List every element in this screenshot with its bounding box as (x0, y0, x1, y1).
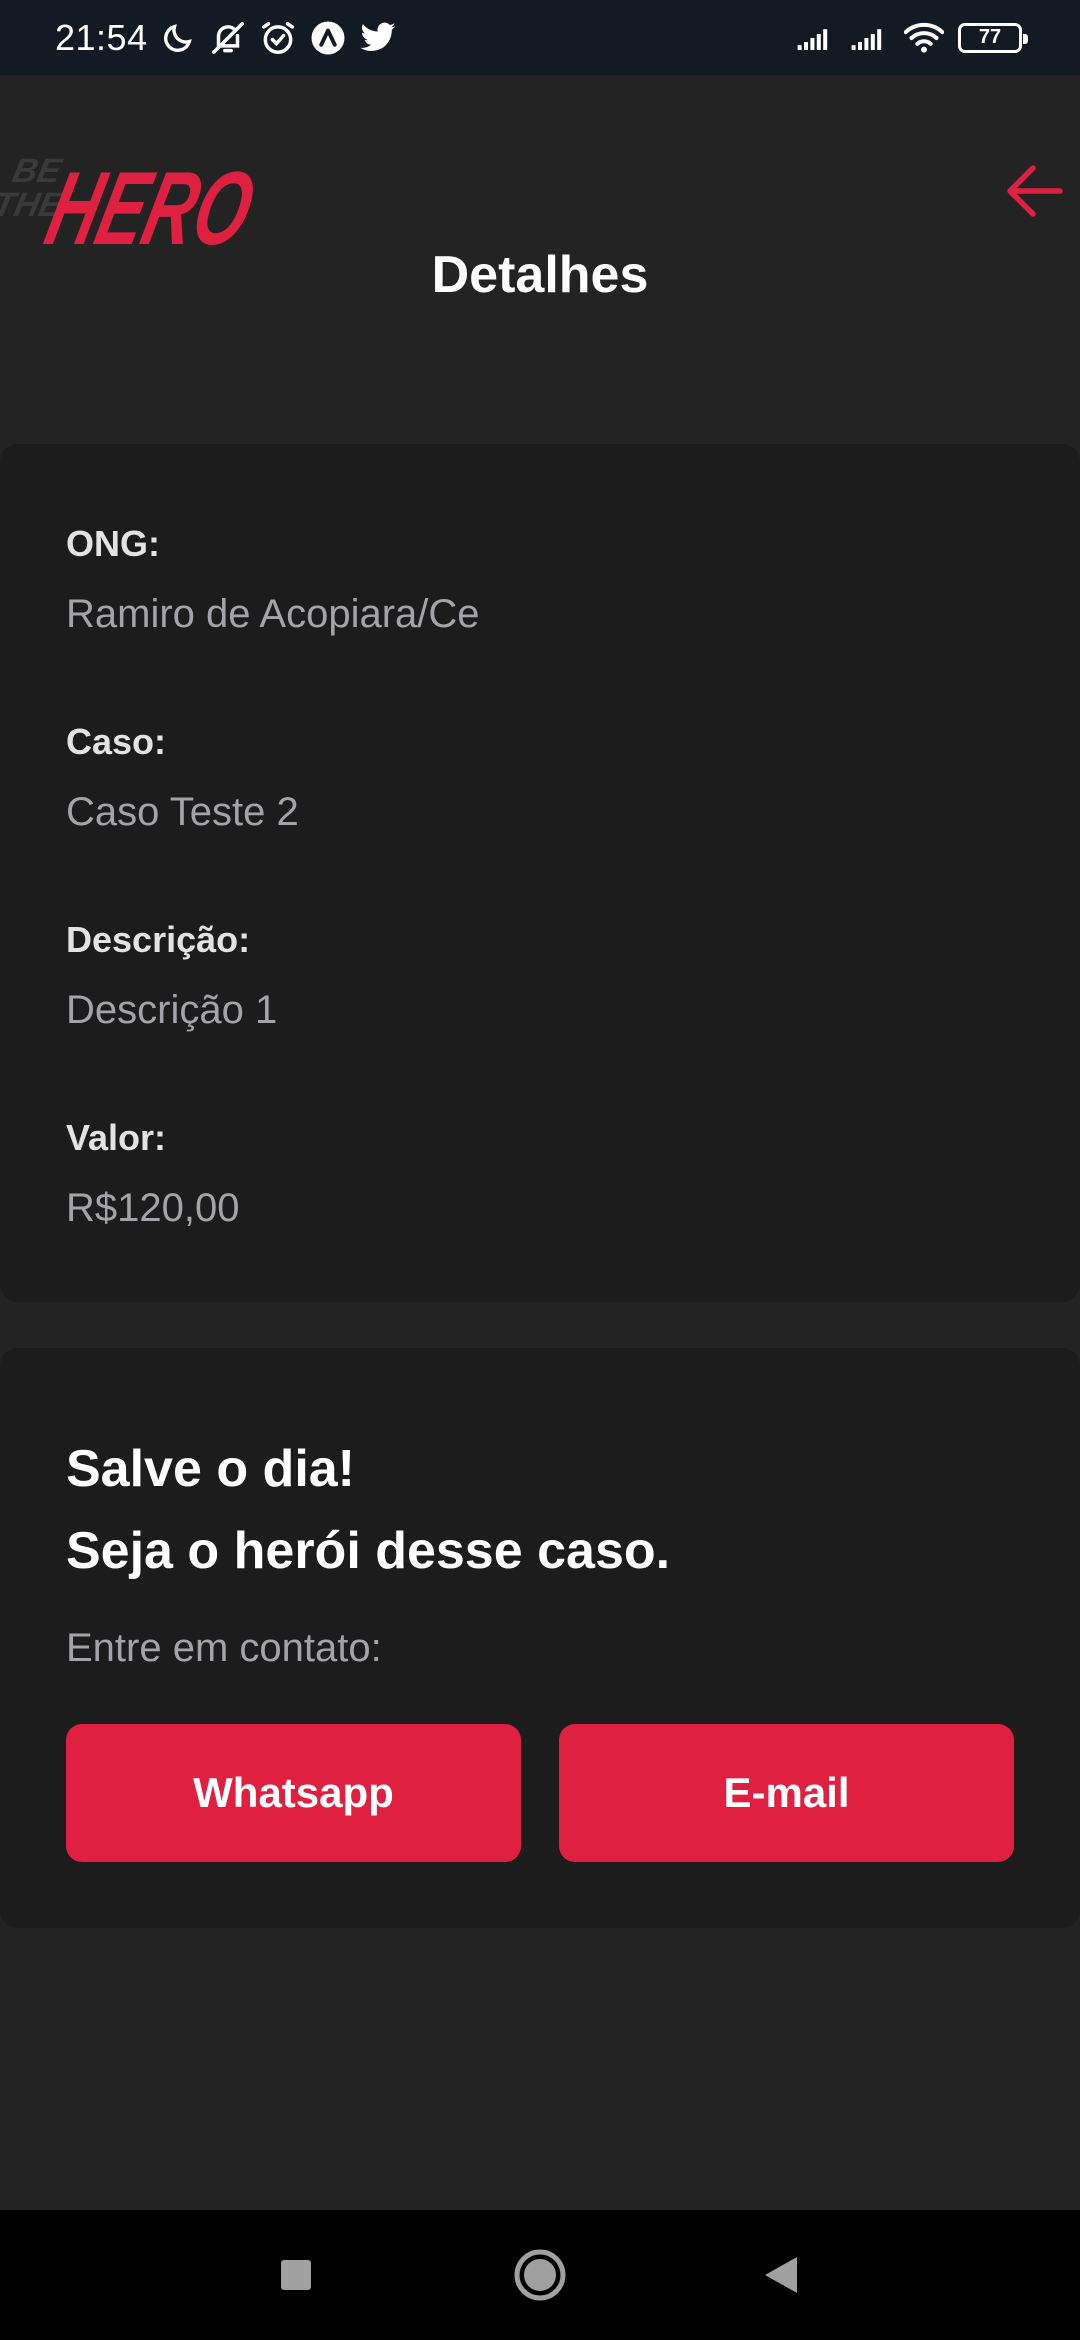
bell-off-icon (208, 18, 248, 58)
signal-icon (796, 18, 836, 58)
home-icon (514, 2249, 566, 2301)
ong-label: ONG: (66, 523, 160, 564)
wifi-icon (904, 18, 944, 58)
navigation-bar (0, 2210, 1080, 2340)
alarm-icon (258, 18, 298, 58)
field-caso: Caso: Caso Teste 2 (66, 718, 1014, 842)
field-descricao: Descrição: Descrição 1 (66, 916, 1014, 1040)
field-valor: Valor: R$120,00 (66, 1114, 1014, 1238)
battery-icon: 77 (958, 22, 1028, 53)
descricao-value: Descrição 1 (66, 988, 278, 1032)
contact-heading-line2: Seja o herói desse caso. (66, 1522, 671, 1580)
home-button[interactable] (505, 2240, 575, 2310)
arrow-left-icon (1007, 165, 1063, 217)
field-ong: ONG: Ramiro de Acopiara/Ce (66, 520, 1014, 644)
whatsapp-button[interactable]: Whatsapp (66, 1724, 521, 1862)
back-icon (765, 2257, 797, 2293)
back-arrow-button[interactable] (998, 155, 1070, 227)
recent-apps-button[interactable] (261, 2240, 331, 2310)
contact-card: Salve o dia! Seja o herói desse caso. En… (0, 1348, 1080, 1928)
app-a-icon (308, 18, 348, 58)
ong-value: Ramiro de Acopiara/Ce (66, 592, 480, 636)
twitter-icon (358, 18, 398, 58)
status-left: 21:54 (55, 17, 398, 59)
contact-heading-line1: Salve o dia! (66, 1440, 355, 1498)
descricao-label: Descrição: (66, 919, 251, 960)
valor-label: Valor: (66, 1117, 167, 1158)
svg-text:HERO: HERO (36, 150, 265, 260)
contact-subtitle: Entre em contato: (66, 1626, 382, 1670)
be-the-hero-logo: BE THE HERO (0, 130, 270, 266)
page-title: Detalhes (431, 246, 649, 304)
battery-level: 77 (978, 26, 1002, 48)
email-button[interactable]: E-mail (559, 1724, 1014, 1862)
back-nav-button[interactable] (746, 2240, 816, 2310)
status-right: 77 (796, 18, 1028, 58)
contact-heading: Salve o dia! Seja o herói desse caso. (66, 1428, 670, 1592)
signal-icon-2 (850, 18, 890, 58)
valor-value: R$120,00 (66, 1186, 240, 1230)
header: BE THE HERO Detalhes (0, 75, 1080, 445)
caso-value: Caso Teste 2 (66, 790, 299, 834)
details-card: ONG: Ramiro de Acopiara/Ce Caso: Caso Te… (0, 444, 1080, 1302)
status-bar: 21:54 77 (0, 0, 1080, 75)
status-time: 21:54 (55, 16, 148, 58)
recent-apps-icon (281, 2260, 311, 2290)
moon-icon (158, 18, 198, 58)
caso-label: Caso: (66, 721, 167, 762)
